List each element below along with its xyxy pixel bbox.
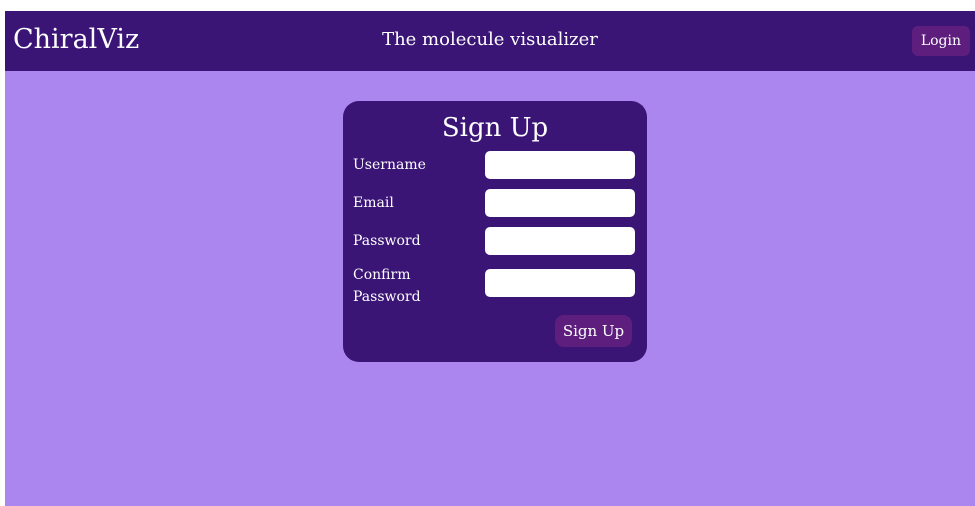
username-label: Username [353,157,426,173]
login-button[interactable]: Login [911,26,970,56]
app-root: ChiralViz The molecule visualizer Login … [5,11,975,506]
confirm-password-input[interactable] [485,269,635,297]
email-input[interactable] [485,189,635,217]
email-label: Email [353,195,394,211]
navbar: ChiralViz The molecule visualizer Login [5,11,975,71]
password-input[interactable] [485,227,635,255]
confirm-password-label: Confirm Password [353,267,421,305]
password-label: Password [353,233,421,249]
username-input[interactable] [485,151,635,179]
signup-submit-button[interactable]: Sign Up [555,315,632,347]
signup-card: Sign Up Username Email Password Confirm … [343,101,647,362]
tagline: The molecule visualizer [382,29,598,50]
signup-title: Sign Up [441,113,549,143]
